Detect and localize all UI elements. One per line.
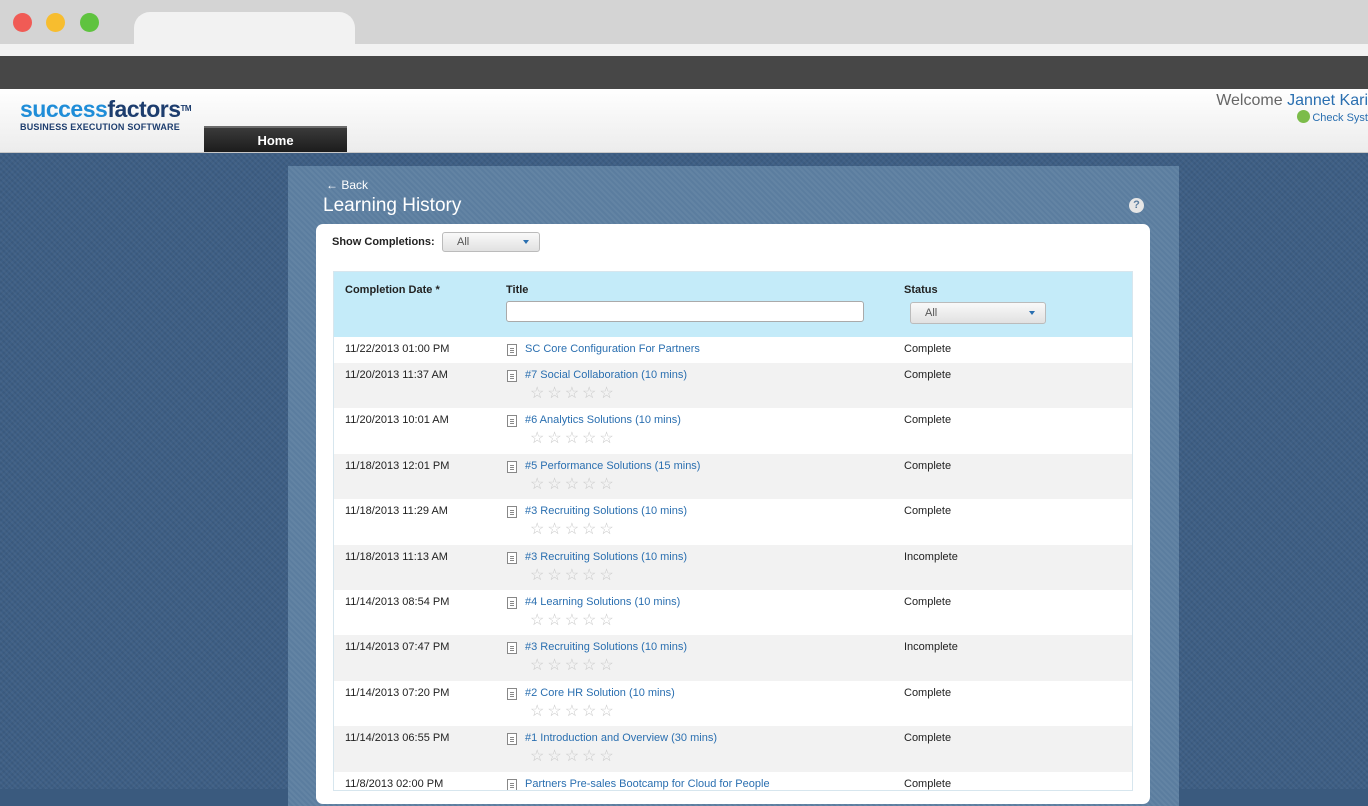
chevron-down-icon bbox=[523, 240, 529, 244]
status-value: Incomplete bbox=[904, 550, 958, 563]
status-value: Complete bbox=[904, 596, 952, 608]
table-row: 11/20/2013 10:01 AM #6 Analytics Solution… bbox=[334, 408, 1132, 453]
maximize-window-button[interactable] bbox=[80, 13, 99, 32]
star-rating[interactable]: ☆☆☆☆☆ bbox=[530, 474, 617, 494]
course-title-link[interactable]: #5 Performance Solutions (15 mins) bbox=[525, 460, 700, 472]
table-row: 11/14/2013 07:47 PM #3 Recruiting Solutio… bbox=[334, 635, 1132, 681]
star-rating[interactable]: ☆☆☆☆☆ bbox=[530, 701, 617, 721]
successfactors-logo[interactable]: successfactorsTM BUSINESS EXECUTION SOFT… bbox=[20, 96, 192, 132]
user-name-link[interactable]: Jannet Kari bbox=[1287, 92, 1368, 109]
chevron-down-icon bbox=[1029, 311, 1035, 315]
completion-date: 11/18/2013 12:01 PM bbox=[345, 459, 450, 472]
table-header: Completion Date * Title Status All bbox=[334, 272, 1132, 337]
status-value: Complete bbox=[904, 343, 952, 355]
star-rating[interactable]: ☆☆☆☆☆ bbox=[530, 383, 617, 403]
page-title: Learning History bbox=[323, 195, 462, 216]
status-value: Complete bbox=[904, 505, 952, 518]
title-filter-input[interactable] bbox=[506, 301, 864, 322]
completion-date: 11/18/2013 11:29 AM bbox=[345, 505, 448, 518]
show-completions-value: All bbox=[457, 236, 470, 248]
status-filter-value: All bbox=[925, 307, 938, 319]
check-system-link[interactable]: Check Syst bbox=[1297, 110, 1368, 124]
document-icon bbox=[507, 597, 517, 609]
status-value: Complete bbox=[904, 414, 952, 427]
star-rating[interactable]: ☆☆☆☆☆ bbox=[530, 655, 617, 675]
help-icon[interactable]: ? bbox=[1129, 198, 1144, 213]
star-rating[interactable]: ☆☆☆☆☆ bbox=[530, 746, 617, 766]
table-row: 11/20/2013 11:37 AM #7 Social Collaborati… bbox=[334, 363, 1132, 409]
browser-tab[interactable] bbox=[134, 12, 355, 45]
document-icon bbox=[507, 687, 517, 700]
browser-address-area bbox=[0, 56, 1368, 89]
completion-date: 11/14/2013 07:20 PM bbox=[345, 686, 450, 699]
back-link[interactable]: ← Back bbox=[326, 178, 368, 192]
status-value: Complete bbox=[904, 369, 952, 381]
status-value: Incomplete bbox=[904, 641, 958, 654]
course-title-link[interactable]: #3 Recruiting Solutions (10 mins) bbox=[525, 505, 687, 517]
show-completions-select[interactable]: All bbox=[442, 232, 540, 252]
status-value: Complete bbox=[904, 686, 952, 699]
status-value: Complete bbox=[904, 459, 952, 472]
completion-date: 11/22/2013 01:00 PM bbox=[345, 343, 450, 355]
document-icon bbox=[507, 642, 517, 655]
course-title-link[interactable]: Partners Pre-sales Bootcamp for Cloud fo… bbox=[525, 778, 770, 790]
document-icon bbox=[507, 460, 517, 473]
table-row: 11/14/2013 06:55 PM #1 Introduction and O… bbox=[334, 726, 1132, 772]
browser-toolbar bbox=[0, 44, 1368, 56]
course-title-link[interactable]: #4 Learning Solutions (10 mins) bbox=[525, 596, 680, 608]
status-value: Complete bbox=[904, 777, 952, 790]
course-title-link[interactable]: #6 Analytics Solutions (10 mins) bbox=[525, 414, 681, 426]
course-title-link[interactable]: #1 Introduction and Overview (30 mins) bbox=[525, 732, 717, 744]
document-icon bbox=[507, 370, 517, 382]
table-row: 11/22/2013 01:00 PM SC Core Configuration… bbox=[334, 337, 1132, 363]
show-completions-label: Show Completions: bbox=[332, 236, 435, 248]
status-value: Complete bbox=[904, 732, 952, 745]
course-title-link[interactable]: #3 Recruiting Solutions (10 mins) bbox=[525, 641, 687, 653]
minimize-window-button[interactable] bbox=[46, 13, 65, 32]
course-title-link[interactable]: #7 Social Collaboration (10 mins) bbox=[525, 369, 687, 381]
completion-date: 11/20/2013 11:37 AM bbox=[345, 369, 448, 381]
table-row: 11/14/2013 08:54 PM #4 Learning Solutions… bbox=[334, 590, 1132, 635]
completion-date: 11/14/2013 07:47 PM bbox=[345, 641, 450, 654]
column-header-status: Status bbox=[904, 284, 938, 296]
logo-tm: TM bbox=[180, 104, 192, 113]
status-filter-select[interactable]: All bbox=[910, 302, 1046, 324]
star-rating[interactable]: ☆☆☆☆☆ bbox=[530, 519, 617, 539]
table-row: 11/14/2013 07:20 PM #2 Core HR Solution (… bbox=[334, 681, 1132, 726]
document-icon bbox=[507, 344, 517, 356]
completion-date: 11/18/2013 11:13 AM bbox=[345, 550, 448, 563]
tab-home[interactable]: Home bbox=[204, 126, 347, 152]
completion-date: 11/20/2013 10:01 AM bbox=[345, 414, 449, 427]
document-icon bbox=[507, 733, 517, 746]
document-icon bbox=[507, 506, 517, 519]
table-row: 11/18/2013 11:13 AM #3 Recruiting Solutio… bbox=[334, 544, 1132, 590]
column-header-completion-date[interactable]: Completion Date * bbox=[345, 284, 440, 296]
completion-date: 11/14/2013 08:54 PM bbox=[345, 596, 450, 608]
logo-text-factors: factors bbox=[107, 96, 181, 122]
welcome-message: Welcome Jannet Kari bbox=[1216, 92, 1368, 110]
check-system-label: Check Syst bbox=[1312, 112, 1368, 124]
table-row: 11/8/2013 02:00 PM Partners Pre-sales Boo… bbox=[334, 772, 1132, 790]
close-window-button[interactable] bbox=[13, 13, 32, 32]
column-header-title: Title bbox=[506, 284, 529, 296]
completion-date: 11/14/2013 06:55 PM bbox=[345, 732, 450, 745]
check-system-icon bbox=[1297, 110, 1311, 123]
logo-tagline: BUSINESS EXECUTION SOFTWARE bbox=[20, 122, 180, 132]
table-row: 11/18/2013 11:29 AM #3 Recruiting Solutio… bbox=[334, 499, 1132, 544]
course-title-link[interactable]: #3 Recruiting Solutions (10 mins) bbox=[525, 551, 687, 563]
learning-history-table: Completion Date * Title Status All 11/22… bbox=[333, 271, 1133, 791]
logo-text-success: success bbox=[20, 96, 108, 122]
document-icon bbox=[507, 415, 517, 428]
welcome-prefix: Welcome bbox=[1216, 92, 1283, 109]
course-title-link[interactable]: SC Core Configuration For Partners bbox=[525, 343, 700, 355]
course-title-link[interactable]: #2 Core HR Solution (10 mins) bbox=[525, 687, 675, 699]
completion-date: 11/8/2013 02:00 PM bbox=[345, 777, 444, 790]
star-rating[interactable]: ☆☆☆☆☆ bbox=[530, 428, 617, 448]
star-rating[interactable]: ☆☆☆☆☆ bbox=[530, 610, 617, 630]
star-rating[interactable]: ☆☆☆☆☆ bbox=[530, 565, 617, 585]
document-icon bbox=[507, 551, 517, 564]
table-row: 11/18/2013 12:01 PM #5 Performance Soluti… bbox=[334, 453, 1132, 500]
